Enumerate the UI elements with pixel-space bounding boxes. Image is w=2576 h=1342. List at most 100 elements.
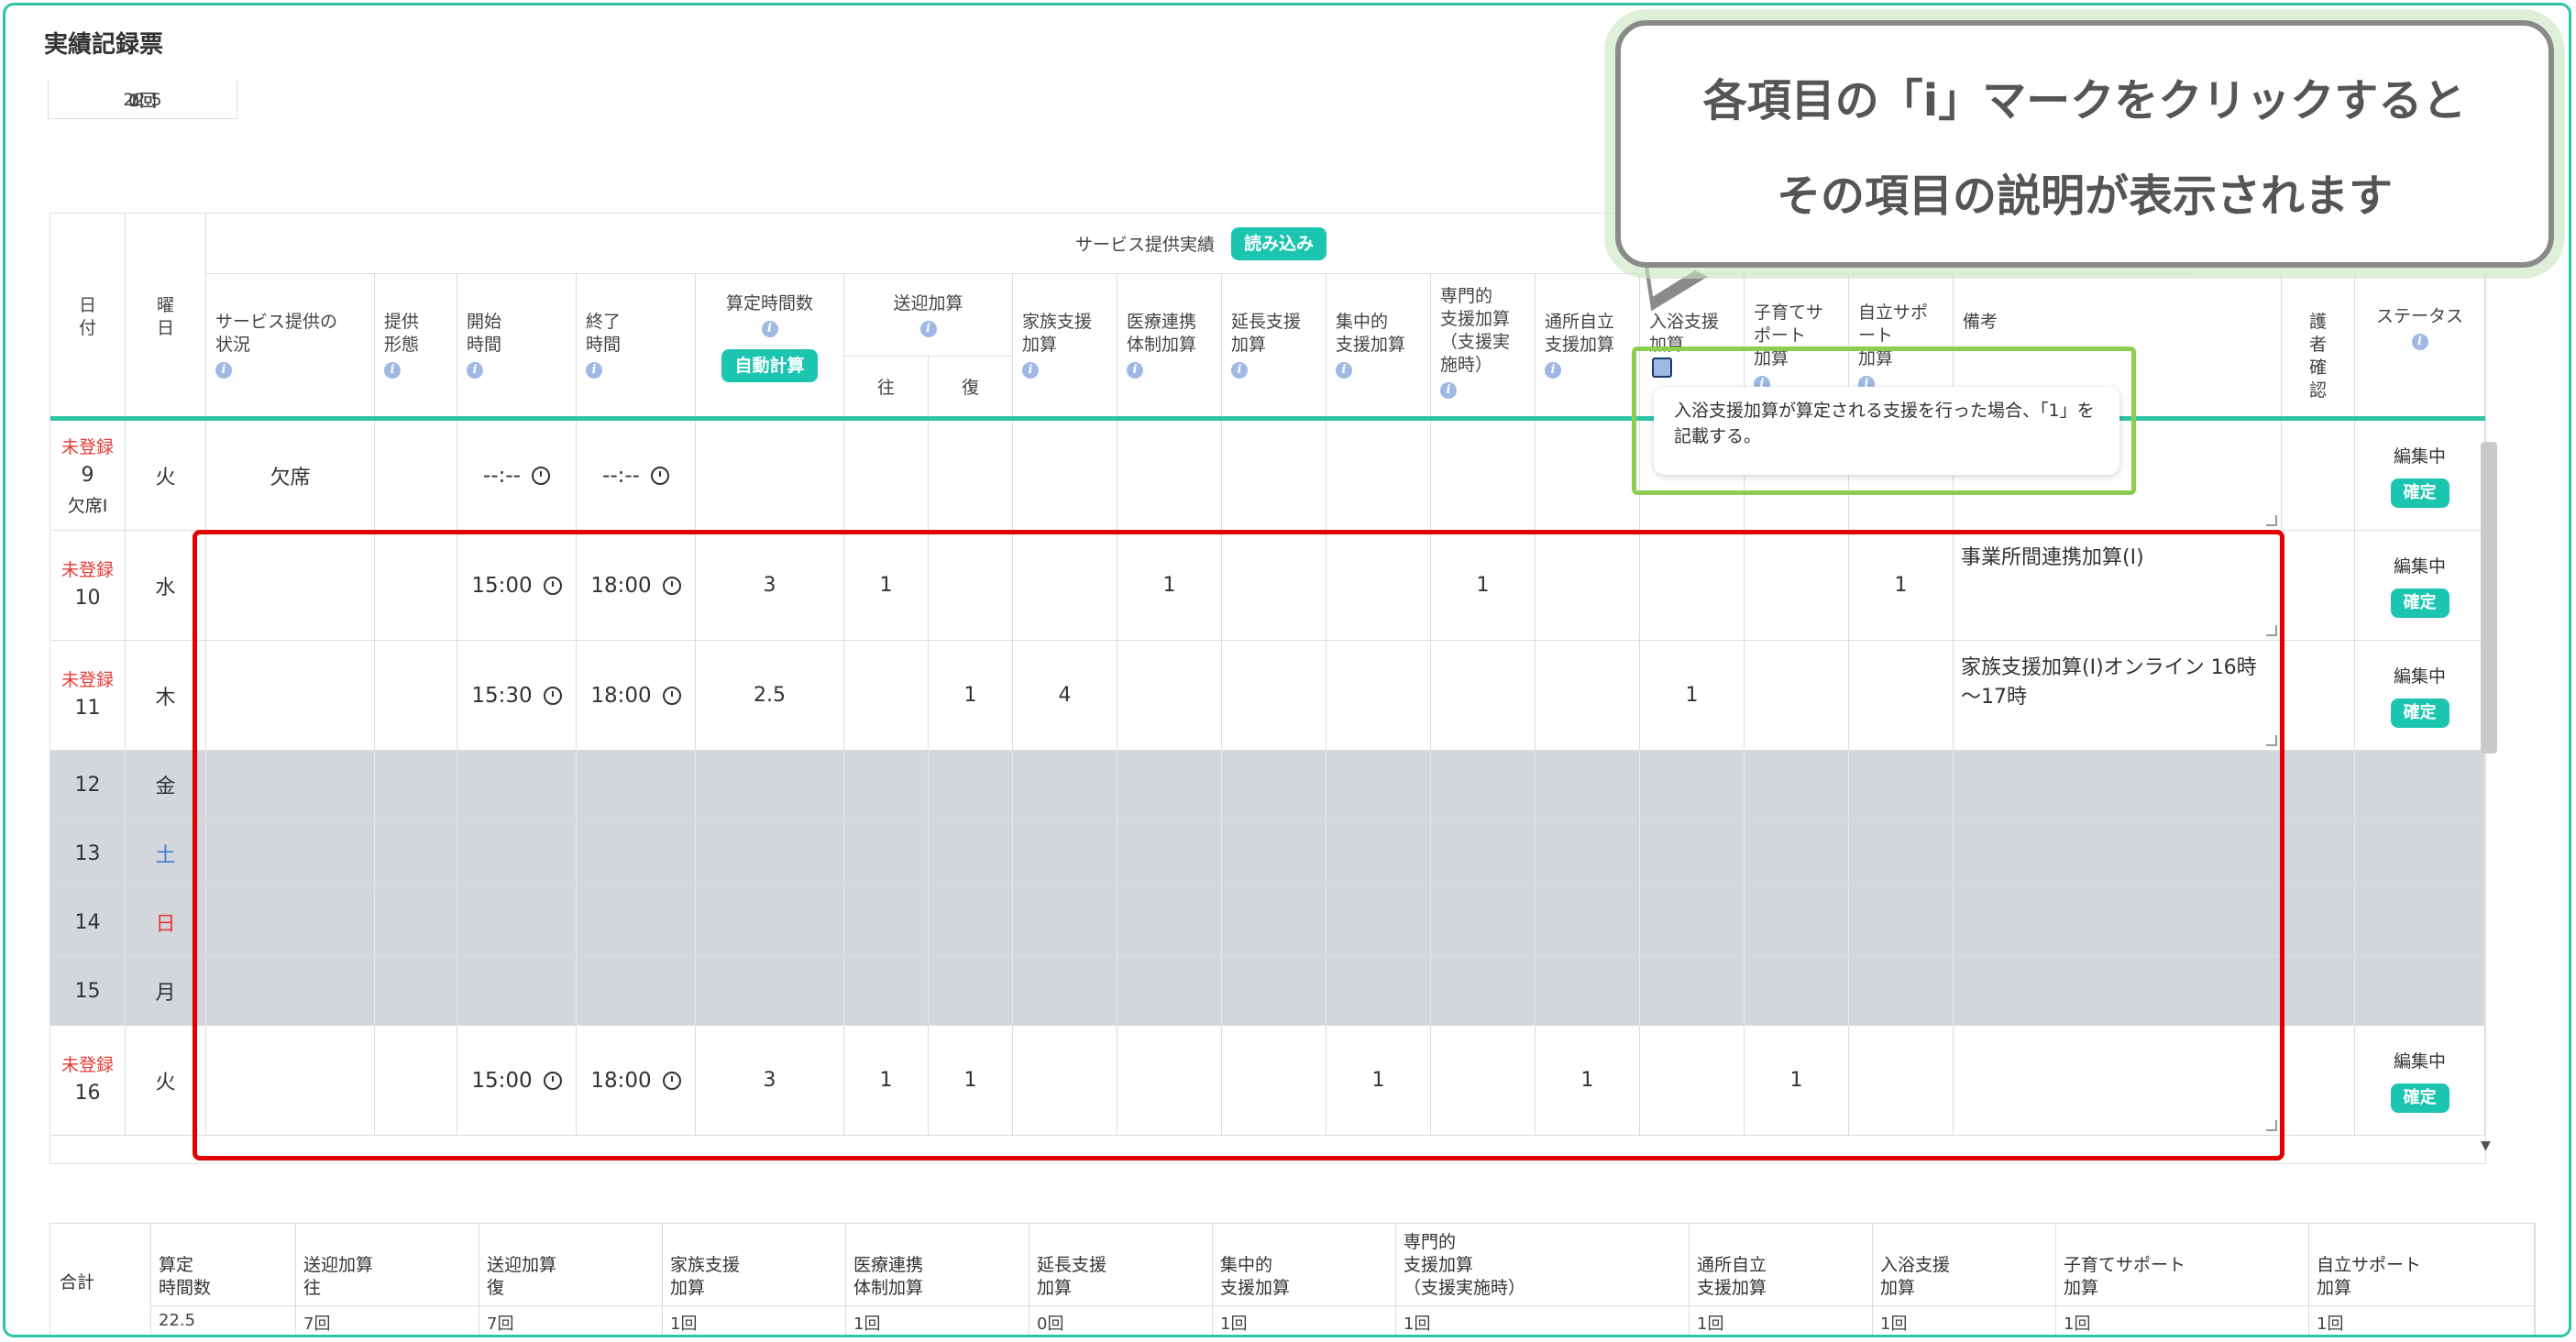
intensive-cell[interactable] — [1327, 421, 1431, 530]
info-icon[interactable]: i — [1440, 382, 1457, 399]
start-cell[interactable]: --:-- — [457, 421, 577, 530]
vertical-scrollbar[interactable] — [2481, 442, 2497, 754]
info-icon[interactable]: i — [1545, 362, 1561, 379]
out-cell[interactable]: 1 — [844, 531, 929, 640]
clock-icon[interactable] — [662, 576, 681, 595]
info-icon[interactable]: i — [586, 362, 602, 379]
hours-cell[interactable]: 2.5 — [696, 641, 844, 750]
clock-icon[interactable] — [543, 576, 562, 595]
bath-info-icon[interactable] — [1652, 358, 1672, 378]
back-cell[interactable] — [929, 531, 1013, 640]
start-cell[interactable]: 15:00 — [457, 1026, 577, 1135]
confirm-button[interactable]: 確定 — [2390, 698, 2449, 728]
indep-cell[interactable] — [1849, 641, 1954, 750]
childcare-cell[interactable] — [1745, 531, 1849, 640]
hours-cell[interactable] — [696, 421, 844, 530]
specialist-cell[interactable] — [1431, 1026, 1536, 1135]
ext-cell[interactable] — [1222, 531, 1327, 640]
bath-cell[interactable]: 1 — [1640, 641, 1745, 750]
service-cell[interactable] — [206, 531, 375, 640]
info-icon[interactable]: i — [215, 362, 232, 379]
clock-icon[interactable] — [662, 1071, 681, 1090]
end-cell[interactable]: 18:00 — [577, 1026, 696, 1135]
remarks-cell[interactable]: 事業所間連携加算(Ⅰ) — [1954, 531, 2282, 640]
info-icon[interactable]: i — [384, 362, 401, 379]
family-cell[interactable] — [1013, 531, 1117, 640]
info-icon[interactable]: i — [1127, 362, 1143, 379]
bath-cell[interactable] — [1640, 1026, 1745, 1135]
form-cell[interactable] — [375, 531, 457, 640]
childcare-cell[interactable] — [1745, 641, 1849, 750]
clock-icon[interactable] — [543, 1071, 562, 1090]
back-cell[interactable] — [929, 421, 1013, 530]
indep-cell[interactable]: 1 — [1849, 531, 1954, 640]
clock-icon[interactable] — [531, 466, 550, 485]
confirm-button[interactable]: 確定 — [2390, 588, 2449, 618]
specialist-cell[interactable]: 1 — [1431, 531, 1536, 640]
specialist-cell[interactable] — [1431, 641, 1536, 750]
out-cell[interactable]: 1 — [844, 1026, 929, 1135]
resize-handle-icon[interactable] — [2266, 515, 2277, 526]
start-cell[interactable]: 15:00 — [457, 531, 577, 640]
remarks-cell[interactable]: 家族支援加算(Ⅰ)オンライン 16時～17時 — [1954, 641, 2282, 750]
family-cell[interactable]: 4 — [1013, 641, 1117, 750]
commute-cell[interactable] — [1536, 641, 1640, 750]
out-cell[interactable] — [844, 641, 929, 750]
form-cell[interactable] — [375, 421, 457, 530]
info-icon[interactable]: i — [1022, 362, 1039, 379]
bath-cell[interactable] — [1640, 531, 1745, 640]
intensive-cell[interactable] — [1327, 641, 1431, 750]
commute-cell[interactable] — [1536, 421, 1640, 530]
childcare-cell[interactable]: 1 — [1745, 1026, 1849, 1135]
remarks-textarea[interactable] — [1957, 1033, 2277, 1129]
info-icon[interactable]: i — [1231, 362, 1248, 379]
medical-cell[interactable] — [1117, 421, 1222, 530]
commute-cell[interactable] — [1536, 531, 1640, 640]
clock-icon[interactable] — [662, 686, 681, 705]
load-button[interactable]: 読み込み — [1231, 226, 1327, 260]
ext-cell[interactable] — [1222, 1026, 1327, 1135]
confirm-button[interactable]: 確定 — [2390, 1084, 2449, 1113]
family-cell[interactable] — [1013, 1026, 1117, 1135]
medical-cell[interactable] — [1117, 641, 1222, 750]
info-icon[interactable]: i — [467, 362, 483, 379]
specialist-cell[interactable] — [1431, 421, 1536, 530]
back-cell[interactable]: 1 — [929, 641, 1013, 750]
end-cell[interactable]: 18:00 — [577, 531, 696, 640]
resize-handle-icon[interactable] — [2266, 1120, 2277, 1131]
remarks-textarea[interactable]: 家族支援加算(Ⅰ)オンライン 16時～17時 — [1957, 648, 2277, 744]
service-cell[interactable] — [206, 1026, 375, 1135]
out-cell[interactable] — [844, 421, 929, 530]
scroll-down-icon[interactable]: ▼ — [2481, 1138, 2491, 1153]
remarks-cell[interactable] — [1954, 1026, 2282, 1135]
info-icon[interactable]: i — [761, 321, 778, 337]
intensive-cell[interactable] — [1327, 531, 1431, 640]
form-cell[interactable] — [375, 1026, 457, 1135]
info-icon[interactable]: i — [919, 321, 937, 337]
form-cell[interactable] — [375, 641, 457, 750]
info-icon[interactable]: i — [2411, 334, 2428, 350]
hours-cell[interactable]: 3 — [696, 1026, 844, 1135]
service-cell[interactable]: 欠席 — [206, 421, 375, 530]
info-icon[interactable]: i — [1336, 362, 1352, 379]
medical-cell[interactable]: 1 — [1117, 531, 1222, 640]
start-cell[interactable]: 15:30 — [457, 641, 577, 750]
confirm-button[interactable]: 確定 — [2390, 478, 2449, 508]
end-cell[interactable]: 18:00 — [577, 641, 696, 750]
remarks-textarea[interactable]: 事業所間連携加算(Ⅰ) — [1957, 538, 2277, 634]
service-cell[interactable] — [206, 641, 375, 750]
commute-cell[interactable]: 1 — [1536, 1026, 1640, 1135]
hours-cell[interactable]: 3 — [696, 531, 844, 640]
ext-cell[interactable] — [1222, 641, 1327, 750]
resize-handle-icon[interactable] — [2266, 735, 2277, 746]
auto-calc-button[interactable]: 自動計算 — [721, 349, 818, 382]
resize-handle-icon[interactable] — [2266, 625, 2277, 636]
ext-cell[interactable] — [1222, 421, 1327, 530]
clock-icon[interactable] — [650, 466, 669, 485]
clock-icon[interactable] — [543, 686, 562, 705]
family-cell[interactable] — [1013, 421, 1117, 530]
medical-cell[interactable] — [1117, 1026, 1222, 1135]
indep-cell[interactable] — [1849, 1026, 1954, 1135]
intensive-cell[interactable]: 1 — [1327, 1026, 1431, 1135]
end-cell[interactable]: --:-- — [577, 421, 696, 530]
